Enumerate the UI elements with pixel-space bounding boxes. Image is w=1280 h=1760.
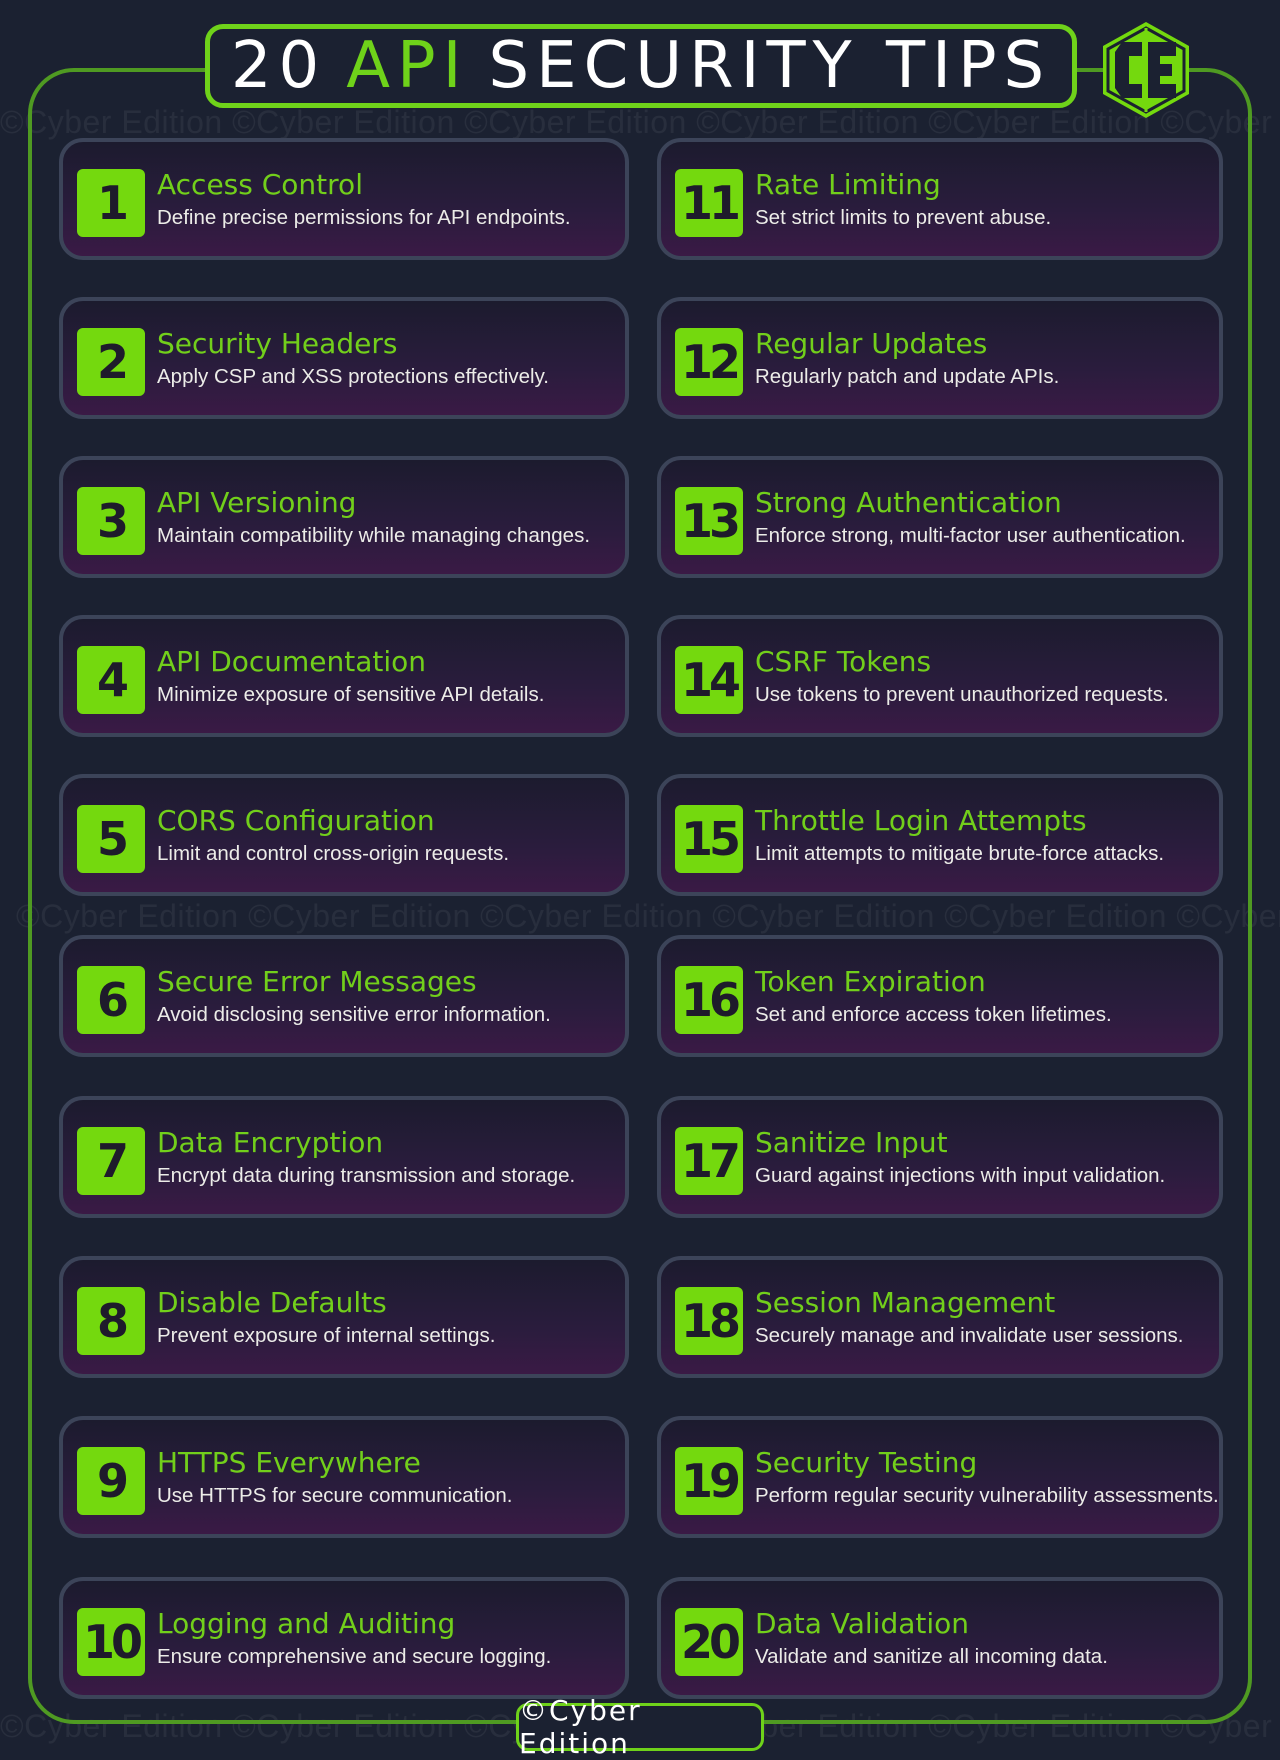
tip-description: Avoid disclosing sensitive error informa… — [157, 1003, 551, 1026]
tip-title: Regular Updates — [755, 327, 988, 360]
tip-title: Data Encryption — [157, 1126, 384, 1159]
tip-card: 5 CORS Configuration Limit and control cro… — [59, 774, 629, 896]
footer-badge: ©Cyber Edition — [516, 1694, 764, 1760]
tip-description: Maintain compatibility while managing ch… — [157, 524, 591, 547]
tip-description: Set and enforce access token lifetimes. — [755, 1003, 1112, 1026]
tip-number-badge: 2 — [77, 328, 145, 396]
tip-card: 12 Regular Updates Regularly patch and upd… — [657, 297, 1223, 419]
tip-title: Data Validation — [755, 1607, 970, 1640]
tip-number-badge: 1 — [77, 169, 145, 237]
tip-card: 1 Access Control Define precise permission… — [59, 138, 629, 260]
tip-number-badge: 18 — [675, 1287, 743, 1355]
tip-card: 17 Sanitize Input Guard against injections… — [657, 1096, 1223, 1218]
tip-number-badge: 4 — [77, 646, 145, 714]
tip-number-badge: 14 — [675, 646, 743, 714]
tip-description: Ensure comprehensive and secure logging. — [157, 1645, 552, 1668]
tip-card: 14 CSRF Tokens Use tokens to prevent unaut… — [657, 615, 1223, 737]
tip-description: Minimize exposure of sensitive API detai… — [157, 683, 545, 706]
tip-description: Prevent exposure of internal settings. — [157, 1324, 496, 1347]
tip-title: CORS Configuration — [157, 804, 435, 837]
title-prefix: 20 — [230, 29, 327, 103]
tip-description: Enforce strong, multi-factor user authen… — [755, 524, 1186, 547]
tip-description: Validate and sanitize all incoming data. — [755, 1645, 1108, 1668]
tip-description: Perform regular security vulnerability a… — [755, 1484, 1219, 1507]
tip-number-badge: 12 — [675, 328, 743, 396]
tip-title: Strong Authentication — [755, 486, 1062, 519]
tip-title: Throttle Login Attempts — [755, 804, 1087, 837]
tip-number-badge: 8 — [77, 1287, 145, 1355]
tip-card: 6 Secure Error Messages Avoid disclosing s… — [59, 935, 629, 1057]
tip-title: Disable Defaults — [157, 1286, 387, 1319]
tip-card: 11 Rate Limiting Set strict limits to prev… — [657, 138, 1223, 260]
tip-description: Securely manage and invalidate user sess… — [755, 1324, 1184, 1347]
tip-number-badge: 15 — [675, 805, 743, 873]
tip-number-badge: 7 — [77, 1127, 145, 1195]
tip-description: Guard against injections with input vali… — [755, 1164, 1166, 1187]
tip-description: Use tokens to prevent unauthorized reque… — [755, 683, 1169, 706]
tip-title: API Versioning — [157, 486, 357, 519]
tip-title: Logging and Auditing — [157, 1607, 456, 1640]
tip-title: Secure Error Messages — [157, 965, 477, 998]
tip-card: 13 Strong Authentication Enforce strong, m… — [657, 456, 1223, 578]
tip-title: API Documentation — [157, 645, 427, 678]
tip-title: Rate Limiting — [755, 168, 941, 201]
tip-title: Access Control — [157, 168, 363, 201]
tip-card: 20 Data Validation Validate and sanitize a… — [657, 1577, 1223, 1699]
title-suffix: SECURITY TIPS — [488, 29, 1052, 103]
tip-number-badge: 19 — [675, 1447, 743, 1515]
tip-card: 19 Security Testing Perform regular securi… — [657, 1416, 1223, 1538]
tip-number-badge: 11 — [675, 169, 743, 237]
tip-description: Define precise permissions for API endpo… — [157, 206, 571, 229]
tip-title: Security Headers — [157, 327, 398, 360]
tip-number-badge: 5 — [77, 805, 145, 873]
tip-title: Token Expiration — [755, 965, 986, 998]
tip-card: 18 Session Management Securely manage and … — [657, 1256, 1223, 1378]
tip-card: 3 API Versioning Maintain compatibility wh… — [59, 456, 629, 578]
tip-description: Apply CSP and XSS protections effectivel… — [157, 365, 549, 388]
tip-description: Regularly patch and update APIs. — [755, 365, 1060, 388]
tip-card: 4 API Documentation Minimize exposure of s… — [59, 615, 629, 737]
tip-number-badge: 17 — [675, 1127, 743, 1195]
tip-card: 9 HTTPS Everywhere Use HTTPS for secure co… — [59, 1416, 629, 1538]
tip-description: Limit and control cross-origin requests. — [157, 842, 510, 865]
tip-description: Use HTTPS for secure communication. — [157, 1484, 513, 1507]
cyber-edition-logo-icon — [1103, 22, 1189, 118]
tip-number-badge: 13 — [675, 487, 743, 555]
tip-card: 15 Throttle Login Attempts Limit attempts … — [657, 774, 1223, 896]
tip-card: 10 Logging and Auditing Ensure comprehensi… — [59, 1577, 629, 1699]
tip-title: Sanitize Input — [755, 1126, 948, 1159]
tip-title: Security Testing — [755, 1446, 978, 1479]
tip-number-badge: 3 — [77, 487, 145, 555]
tip-card: 8 Disable Defaults Prevent exposure of int… — [59, 1256, 629, 1378]
tip-card: 7 Data Encryption Encrypt data during tran… — [59, 1096, 629, 1218]
tip-description: Encrypt data during transmission and sto… — [157, 1164, 576, 1187]
tip-title: HTTPS Everywhere — [157, 1446, 421, 1479]
title-accent: API — [346, 29, 469, 103]
tip-number-badge: 9 — [77, 1447, 145, 1515]
tip-number-badge: 20 — [675, 1608, 743, 1676]
tip-number-badge: 6 — [77, 966, 145, 1034]
tip-number-badge: 16 — [675, 966, 743, 1034]
tip-description: Limit attempts to mitigate brute-force a… — [755, 842, 1165, 865]
page-title: 20 API SECURITY TIPS — [205, 24, 1077, 108]
tip-card: 2 Security Headers Apply CSP and XSS prote… — [59, 297, 629, 419]
tip-title: CSRF Tokens — [755, 645, 932, 678]
tip-number-badge: 10 — [77, 1608, 145, 1676]
tip-title: Session Management — [755, 1286, 1056, 1319]
tip-description: Set strict limits to prevent abuse. — [755, 206, 1052, 229]
tip-card: 16 Token Expiration Set and enforce access… — [657, 935, 1223, 1057]
